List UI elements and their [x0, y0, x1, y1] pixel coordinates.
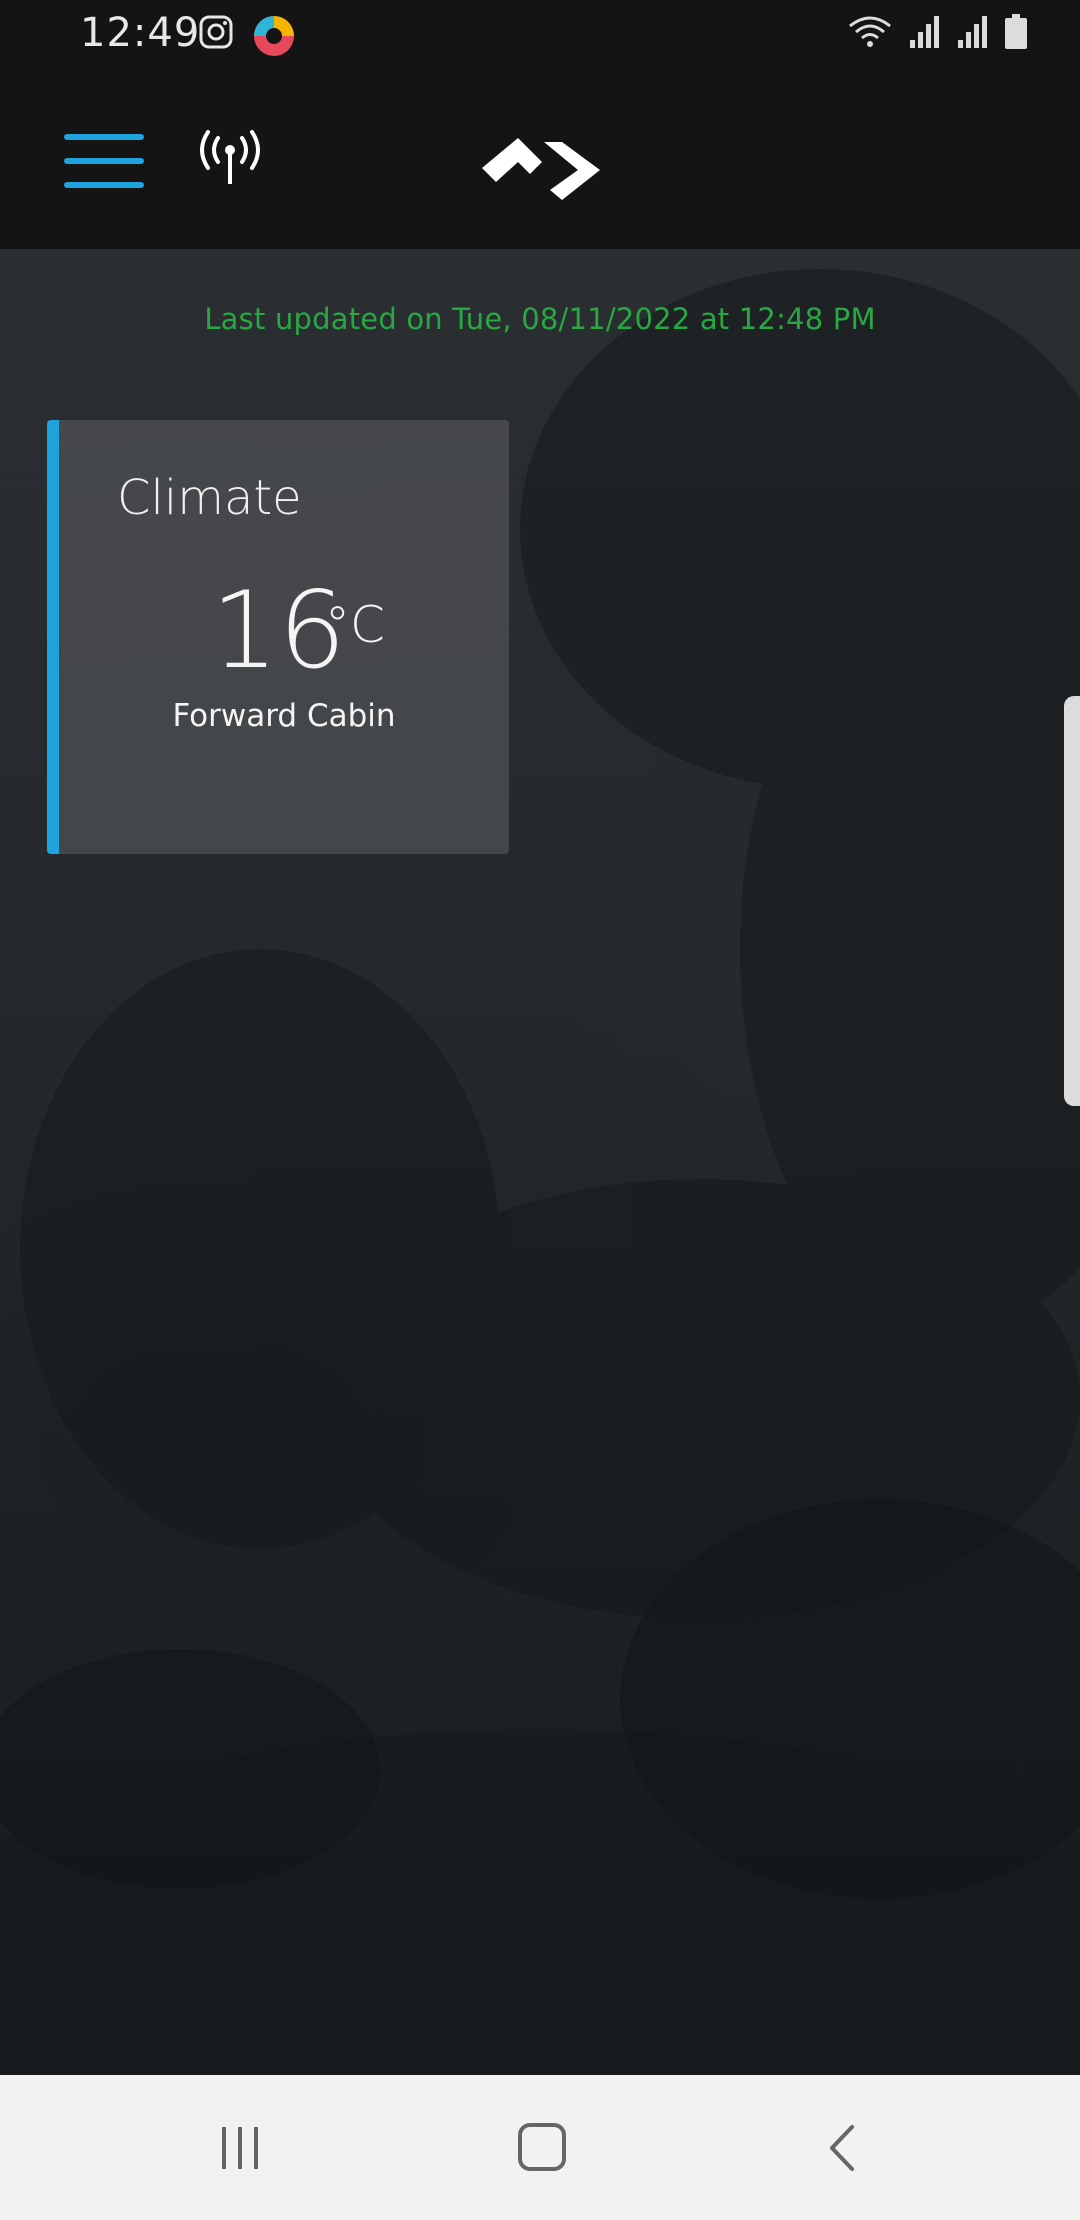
card-title: Climate — [117, 470, 302, 526]
battery-icon — [1004, 14, 1028, 54]
status-left-icons — [198, 14, 296, 62]
status-right-icons — [846, 14, 1028, 54]
brand-logo — [482, 132, 600, 202]
location-label: Forward Cabin — [172, 698, 396, 734]
broadcast-antenna-icon[interactable] — [194, 128, 266, 190]
instagram-icon — [198, 14, 234, 62]
status-bar: 12:49 — [0, 0, 1080, 72]
cell-signal-icon — [956, 14, 990, 54]
climate-card[interactable]: Climate 16 °C Forward Cabin — [47, 420, 509, 854]
hamburger-menu-icon[interactable] — [64, 134, 144, 194]
back-icon[interactable] — [816, 2123, 876, 2173]
status-time: 12:49 — [80, 10, 201, 56]
system-nav-bar — [0, 2075, 1080, 2220]
last-updated-text: Last updated on Tue, 08/11/2022 at 12:48… — [204, 302, 876, 336]
temperature-unit: °C — [325, 596, 385, 654]
wifi-icon — [846, 14, 894, 54]
cell-signal-icon — [908, 14, 942, 54]
recent-apps-icon[interactable] — [212, 2123, 272, 2173]
app-notification-icon — [252, 14, 296, 62]
side-drawer-handle[interactable] — [1064, 696, 1080, 1106]
app-header — [0, 72, 1080, 249]
home-icon[interactable] — [512, 2123, 572, 2173]
